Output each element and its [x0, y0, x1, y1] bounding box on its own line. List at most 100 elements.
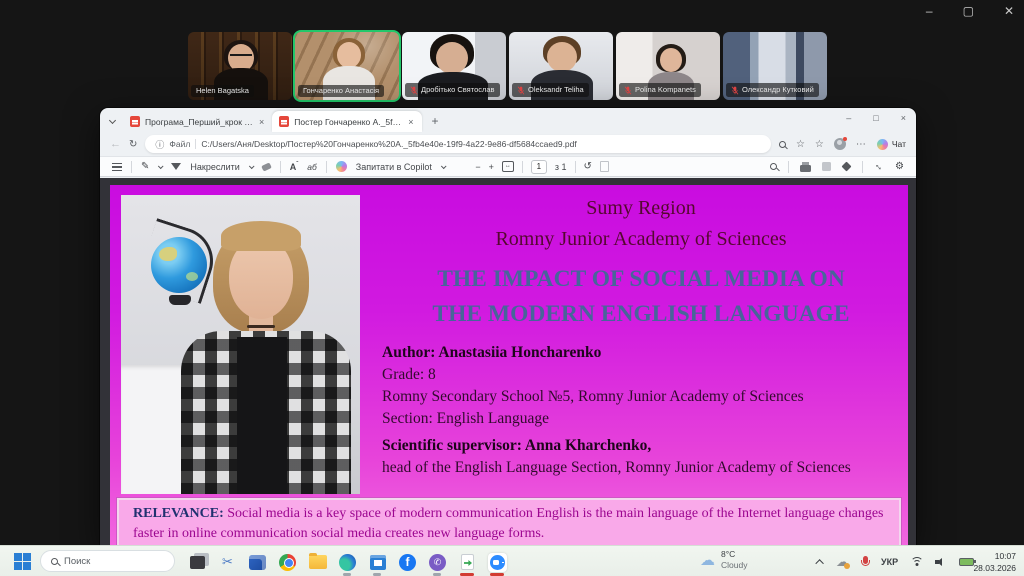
microsoft-store-icon[interactable]	[368, 553, 387, 572]
copilot-chat-button[interactable]: Чат	[877, 139, 906, 150]
taskbar-search-input[interactable]: Поиск	[40, 550, 175, 572]
language-indicator[interactable]: УКР	[881, 557, 898, 567]
tab-poster-active[interactable]: Постер Гончаренко А._5fb4e40e ×	[272, 111, 421, 132]
divider	[862, 161, 863, 173]
zoom-in-button[interactable]: +	[489, 162, 494, 172]
url-text: C:/Users/Аня/Desktop/Постер%20Гончаренко…	[201, 139, 576, 149]
print-icon[interactable]	[800, 165, 811, 172]
poster-title: THE IMPACT OF SOCIAL MEDIA ON THE MODERN…	[382, 262, 900, 333]
photo-person	[247, 325, 275, 328]
maximize-icon[interactable]: ▢	[963, 4, 974, 18]
add-text-icon[interactable]: Aˆ	[290, 162, 299, 172]
close-icon[interactable]: ✕	[1004, 4, 1014, 18]
table-of-contents-icon[interactable]	[112, 163, 122, 171]
draw-label[interactable]: Накреслити	[190, 162, 239, 172]
ask-copilot-button[interactable]: Запитати в Copilot	[356, 162, 432, 172]
outlook-icon[interactable]	[248, 553, 267, 572]
pdf-favicon	[279, 116, 289, 127]
photo-person	[229, 239, 293, 319]
rotate-icon[interactable]: ↺	[584, 161, 592, 172]
save-icon[interactable]	[822, 162, 831, 171]
back-icon[interactable]: ←	[110, 138, 121, 150]
zoom-page-icon[interactable]	[779, 141, 786, 148]
browser-window: Програма_Перший_крок у_наук × Постер Гон…	[100, 108, 916, 545]
pen-icon[interactable]: ✎	[141, 161, 149, 172]
reload-icon[interactable]: ↻	[129, 139, 137, 150]
screen: – ▢ ✕ Helen Bagatska Гончаренко Анастасі…	[0, 0, 1024, 576]
hidden-icons-chevron-icon[interactable]	[815, 559, 823, 567]
pen-dropdown-chevron-icon[interactable]	[158, 163, 164, 169]
participant-tile-active-speaker[interactable]: Гончаренко Анастасія	[295, 32, 399, 100]
poster-title-line: THE MODERN ENGLISH LANGUAGE	[382, 297, 900, 332]
tab-search-chevron-icon[interactable]	[109, 117, 116, 124]
tab-close-icon[interactable]: ×	[407, 117, 414, 127]
taskbar: Поиск ✂ f ✆ ☁ 8°C Cloudy ☁ УКР	[0, 545, 1024, 576]
maximize-icon[interactable]: □	[873, 113, 878, 123]
volume-icon[interactable]	[935, 557, 947, 567]
save-as-icon[interactable]	[841, 161, 851, 171]
pdf-viewer[interactable]: Sumy Region Romny Junior Academy of Scie…	[100, 178, 916, 545]
participant-tile[interactable]: Oleksandr Teliha	[509, 32, 613, 100]
close-icon[interactable]: ×	[901, 113, 906, 123]
profile-avatar[interactable]	[834, 138, 846, 150]
onedrive-icon[interactable]: ☁	[836, 554, 849, 570]
document-app-icon[interactable]	[458, 553, 477, 572]
page-view-icon[interactable]	[600, 161, 609, 172]
participant-tile[interactable]: Helen Bagatska	[188, 32, 292, 100]
wifi-icon[interactable]	[910, 557, 923, 567]
microphone-in-use-icon[interactable]	[861, 556, 869, 568]
divider	[131, 161, 132, 173]
page-number-input[interactable]: 1	[531, 160, 547, 174]
globe-icon	[169, 295, 191, 305]
taskbar-pinned-apps: ✂ f ✆	[188, 550, 507, 574]
snipping-tool-icon[interactable]: ✂	[218, 553, 237, 572]
address-bar[interactable]: ⓘ Файл C:/Users/Аня/Desktop/Постер%20Гон…	[145, 135, 771, 153]
task-view-button[interactable]	[188, 553, 207, 572]
battery-icon[interactable]	[959, 558, 974, 566]
more-menu-icon[interactable]: ⋯	[856, 139, 867, 150]
zoom-out-button[interactable]: −	[475, 162, 480, 172]
participant-video	[337, 42, 361, 68]
divider	[575, 161, 576, 173]
weather-widget[interactable]: ☁ 8°C Cloudy	[700, 549, 747, 571]
chrome-icon[interactable]	[278, 553, 297, 572]
search-placeholder: Поиск	[64, 556, 90, 567]
draw-dropdown-chevron-icon[interactable]	[249, 163, 255, 169]
participant-name-badge: Oleksandr Teliha	[512, 83, 589, 97]
edge-icon[interactable]	[338, 553, 357, 572]
viber-icon[interactable]: ✆	[428, 553, 447, 572]
clock[interactable]: 10:07 28.03.2026	[973, 550, 1016, 575]
tab-close-icon[interactable]: ×	[258, 117, 265, 127]
poster-school: Romny Secondary School №5, Romny Junior …	[382, 386, 900, 408]
zoom-app-icon[interactable]	[488, 553, 507, 572]
highlighter-icon[interactable]	[171, 163, 181, 170]
eraser-icon[interactable]	[261, 162, 272, 171]
settings-gear-icon[interactable]: ⚙	[895, 161, 904, 172]
participant-tile[interactable]: Дробітько Святослав	[402, 32, 506, 100]
relevance-box: RELEVANCE: Social media is a key space o…	[117, 498, 901, 545]
new-tab-button[interactable]: +	[432, 114, 439, 128]
time-label: 10:07	[973, 550, 1016, 562]
relevance-text: Social media is a key space of modern co…	[133, 506, 884, 541]
read-aloud-icon[interactable]: аб	[307, 162, 317, 172]
participant-name: Oleksandr Teliha	[528, 86, 584, 94]
minimize-icon[interactable]: –	[846, 113, 851, 123]
fullscreen-icon[interactable]: ↔	[872, 159, 887, 174]
participant-name-badge: Олександр Кутковий	[726, 83, 819, 97]
start-button[interactable]	[14, 553, 31, 570]
search-document-icon[interactable]	[770, 163, 777, 170]
file-info-icon[interactable]: ⓘ	[155, 138, 164, 151]
participant-name-badge: Helen Bagatska	[191, 85, 254, 98]
participant-tile[interactable]: Олександр Кутковий	[723, 32, 827, 100]
date-label: 28.03.2026	[973, 562, 1016, 574]
pdf-page-controls: − + ↔ 1 з 1 ↺	[475, 157, 609, 176]
file-explorer-icon[interactable]	[308, 553, 327, 572]
collections-star-icon[interactable]: ☆	[815, 139, 824, 150]
tab-program[interactable]: Програма_Перший_крок у_наук ×	[123, 111, 272, 132]
minimize-icon[interactable]: –	[926, 4, 933, 18]
participant-tile[interactable]: Polina Kompanets	[616, 32, 720, 100]
fit-to-width-icon[interactable]: ↔	[502, 161, 514, 172]
favorite-star-icon[interactable]: ☆	[796, 139, 805, 150]
copilot-dropdown-chevron-icon[interactable]	[441, 163, 447, 169]
facebook-icon[interactable]: f	[398, 553, 417, 572]
